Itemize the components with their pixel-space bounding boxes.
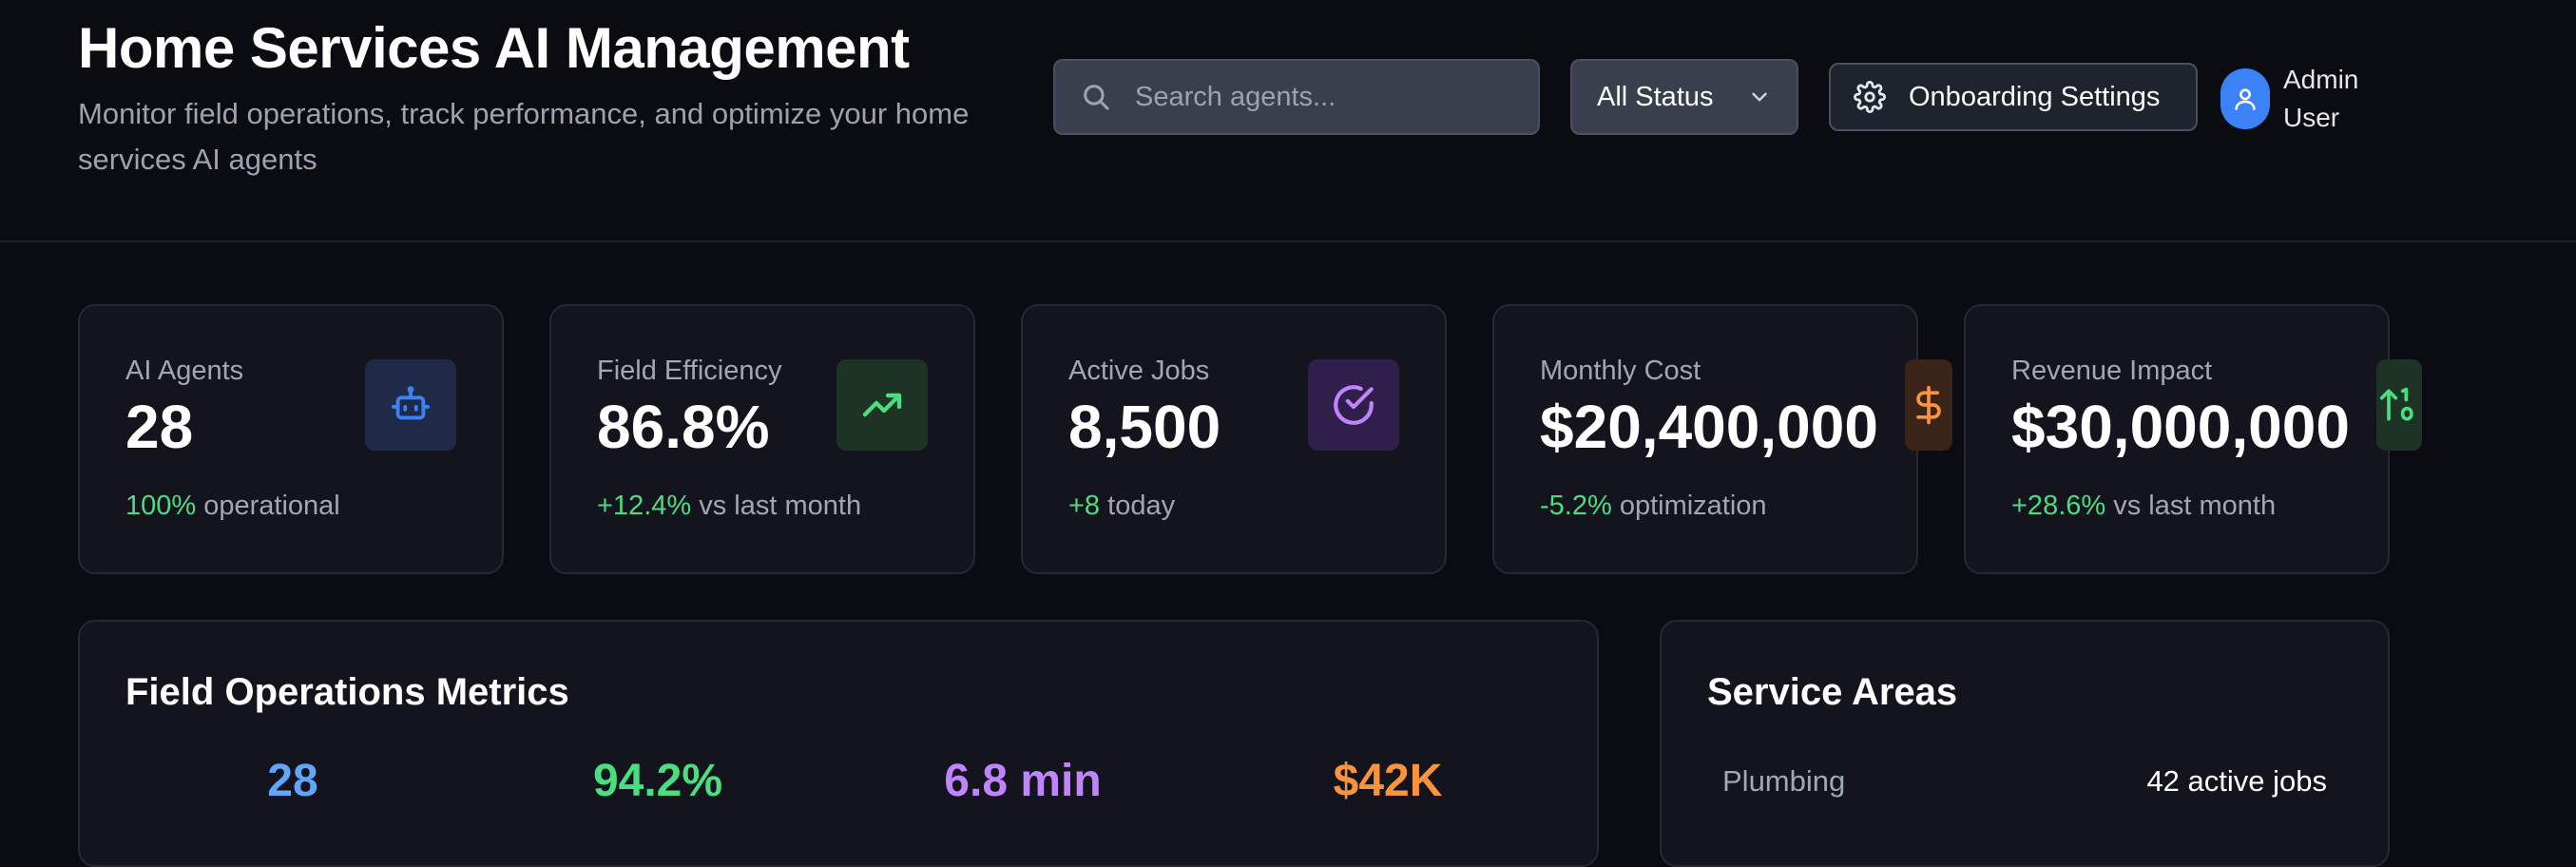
field-operations-panel: Field Operations Metrics 28 94.2% 6.8 mi… [78,620,1599,867]
stat-value: $20,400,000 [1540,393,1878,461]
check-circle-icon-badge [1308,359,1399,451]
stat-label: Field Efficiency [597,356,782,386]
panel-title: Field Operations Metrics [125,671,569,713]
stat-card-ai-agents: AI Agents 28 100% operational [78,304,504,574]
status-filter-select[interactable]: All Status [1570,59,1798,135]
stat-value: 8,500 [1068,393,1221,461]
stat-value: 86.8% [597,393,770,461]
stat-card-active-jobs: Active Jobs 8,500 +8 today [1021,304,1447,574]
search-icon [1084,85,1109,110]
status-filter-value: All Status [1597,81,1714,112]
stat-card-monthly-cost: Monthly Cost $20,400,000 -5.2% optimizat… [1492,304,1952,574]
check-circle-icon [1334,385,1374,425]
stat-label: Monthly Cost [1540,356,1701,386]
service-area-jobs: 42 active jobs [2146,764,2327,798]
metric-value: 28 [267,756,318,806]
trending-up-icon-badge [836,359,928,451]
stat-value: 28 [125,393,194,461]
sort-up-icon [2379,387,2413,421]
stat-card-field-efficiency: Field Efficiency 86.8% +12.4% vs last mo… [549,304,975,574]
trending-up-icon [862,393,902,417]
stat-delta: +8 today [1068,491,1176,521]
stat-label: Revenue Impact [2011,356,2213,386]
user-name: Admin User [2283,65,2359,132]
stat-card-revenue-impact: Revenue Impact $30,000,000 +28.6% vs las… [1964,304,2422,574]
user-menu[interactable]: Admin User [2220,61,2397,137]
robot-icon-badge [365,359,456,451]
stat-delta: +28.6% vs last month [2011,491,2277,521]
list-item[interactable]: Plumbing 42 active jobs [1722,764,2327,799]
dollar-icon [1916,385,1941,425]
onboarding-settings-label: Onboarding Settings [1909,81,2161,112]
page-header: Home Services AI Management Monitor fiel… [0,0,2576,242]
stat-delta: +12.4% vs last month [597,491,862,521]
stat-label: AI Agents [125,356,244,386]
stat-delta: -5.2% optimization [1540,491,1767,521]
metric-value: 6.8 min [944,756,1102,806]
service-area-name: Plumbing [1722,764,1846,798]
page-subtitle: Monitor field operations, track performa… [78,97,970,176]
onboarding-settings-button[interactable]: Onboarding Settings [1829,63,2198,131]
stat-value: $30,000,000 [2011,393,2350,461]
metric-value: 94.2% [592,756,723,806]
user-icon [2235,88,2256,110]
sort-up-icon-badge [2376,359,2422,451]
stat-delta: 100% operational [125,491,340,521]
stat-label: Active Jobs [1068,356,1210,386]
gear-icon [1854,81,1886,113]
dollar-icon-badge [1905,359,1952,451]
metric-value: $42K [1333,756,1443,806]
robot-icon [391,386,431,420]
chevron-down-icon [1752,92,1767,102]
panel-title: Service Areas [1707,671,1958,713]
search-bar[interactable] [1053,59,1540,135]
page-title: Home Services AI Management [78,16,910,80]
search-input[interactable] [1133,80,1513,114]
service-areas-panel: Service Areas Plumbing 42 active jobs [1660,620,2390,867]
avatar[interactable] [2220,68,2270,129]
